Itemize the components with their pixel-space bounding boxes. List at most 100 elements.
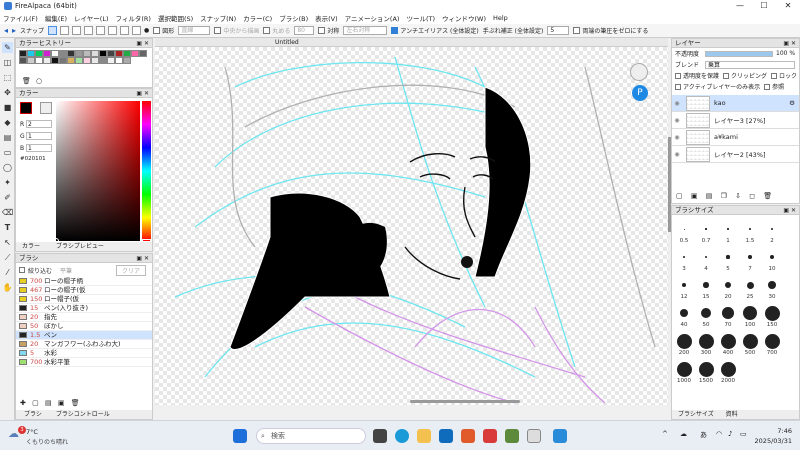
- color-history-swatch[interactable]: [35, 57, 43, 64]
- eye-icon[interactable]: ◉: [672, 117, 682, 124]
- select-eraser-tool-icon[interactable]: ⌫: [2, 207, 13, 218]
- panel-menu-icon[interactable]: ▣ ✕: [136, 89, 149, 98]
- reference-checkbox[interactable]: [764, 83, 771, 90]
- layer-item[interactable]: ◉ a¥kami: [672, 129, 799, 146]
- gradient-tool-icon[interactable]: ▤: [2, 132, 13, 143]
- duplicate-icon[interactable]: ▣: [58, 399, 65, 407]
- filter-checkbox[interactable]: [19, 267, 25, 273]
- layer-item[interactable]: ◉ レイヤー3 [27%]: [672, 112, 799, 129]
- snap-cross-button[interactable]: [72, 26, 82, 35]
- brush-size-dot[interactable]: [683, 228, 685, 230]
- color-history-swatch[interactable]: [83, 57, 91, 64]
- maximize-button[interactable]: ☐: [752, 0, 776, 12]
- opacity-slider[interactable]: [705, 50, 773, 57]
- center-checkbox[interactable]: [214, 27, 222, 34]
- round-checkbox[interactable]: [263, 27, 271, 34]
- snap-curve-button[interactable]: [120, 26, 130, 35]
- tab-brush[interactable]: ブラシ: [24, 411, 42, 418]
- color-history-swatch[interactable]: [43, 50, 51, 57]
- snap-parallel-button[interactable]: [60, 26, 70, 35]
- outlook-icon[interactable]: [439, 429, 453, 443]
- color-history-swatch[interactable]: [19, 50, 27, 57]
- hand-tool-icon[interactable]: ✋: [2, 282, 13, 293]
- weather-temp[interactable]: 7°C: [26, 428, 38, 436]
- round-input[interactable]: 80: [294, 26, 315, 35]
- menu-file[interactable]: ファイル(F): [3, 13, 38, 23]
- color-history-swatch[interactable]: [51, 50, 59, 57]
- menu-selection[interactable]: 選択範囲(S): [158, 13, 193, 23]
- lock-checkbox[interactable]: [771, 72, 778, 79]
- active-only-checkbox[interactable]: [675, 83, 681, 90]
- color-history-swatch[interactable]: [91, 57, 99, 64]
- snap-3d-button[interactable]: [132, 26, 142, 35]
- brush-size-dot[interactable]: [748, 255, 752, 259]
- brush-size-dot[interactable]: [720, 333, 736, 349]
- brush-size-dot[interactable]: [749, 228, 751, 230]
- brush-size-dot[interactable]: [726, 255, 730, 259]
- volume-icon[interactable]: ♪: [728, 430, 732, 438]
- color-history-swatch[interactable]: [107, 57, 115, 64]
- brush-size-dot[interactable]: [701, 308, 711, 318]
- brush-size-dot[interactable]: [722, 307, 734, 319]
- folder-icon[interactable]: ▤: [45, 399, 52, 407]
- tab-brush-preview[interactable]: ブラシプレビュー: [56, 243, 104, 250]
- brush-size-dot[interactable]: [704, 255, 708, 259]
- panel-menu-icon[interactable]: ▣ ✕: [783, 39, 796, 48]
- symmetry-checkbox[interactable]: [318, 27, 326, 34]
- tab-brush-control[interactable]: ブラシコントロール: [56, 411, 110, 418]
- brush-size-dot[interactable]: [698, 361, 714, 377]
- onedrive-icon[interactable]: ☁: [680, 430, 687, 438]
- new-8bit-layer-icon[interactable]: ▣: [691, 192, 698, 200]
- menu-help[interactable]: Help: [493, 14, 508, 22]
- color-history-swatch[interactable]: [123, 57, 131, 64]
- color-history-swatch[interactable]: [51, 57, 59, 64]
- windows-start-icon[interactable]: [233, 429, 247, 443]
- color-history-swatch[interactable]: [83, 50, 91, 57]
- brush-size-dot[interactable]: [743, 306, 757, 320]
- bucket-tool-icon[interactable]: ◆: [2, 117, 13, 128]
- antialias-checkbox[interactable]: [391, 27, 399, 34]
- tab-color[interactable]: カラー: [22, 243, 40, 250]
- hue-slider[interactable]: [142, 101, 151, 243]
- add-color-icon[interactable]: ○: [36, 77, 42, 85]
- color-history-swatch[interactable]: [115, 50, 123, 57]
- redo-icon[interactable]: ▸: [12, 26, 16, 35]
- panel-menu-icon[interactable]: ▣ ✕: [136, 39, 149, 48]
- horizontal-scrollbar[interactable]: [410, 400, 520, 403]
- text-tool-icon[interactable]: T: [2, 222, 13, 233]
- tray-chevron-icon[interactable]: ^: [662, 430, 668, 438]
- saturation-value-picker[interactable]: [53, 101, 140, 244]
- tab-materials[interactable]: 資料: [726, 411, 738, 418]
- drawing-canvas[interactable]: P: [155, 47, 668, 405]
- panel-menu-icon[interactable]: ▣ ✕: [783, 206, 796, 215]
- brush-size-dot[interactable]: [746, 281, 754, 289]
- r-input[interactable]: 2: [26, 120, 52, 128]
- move-tool-icon[interactable]: ✥: [2, 87, 13, 98]
- duplicate-layer-icon[interactable]: ❐: [721, 192, 727, 200]
- color-history-swatch[interactable]: [107, 50, 115, 57]
- brush-size-dot[interactable]: [676, 333, 692, 349]
- brush-size-dot[interactable]: [771, 228, 773, 230]
- clear-layer-icon[interactable]: ◻: [749, 192, 755, 200]
- color-history-swatch[interactable]: [35, 50, 43, 57]
- merge-layer-icon[interactable]: ⇩: [735, 192, 741, 200]
- menu-view[interactable]: 表示(V): [315, 13, 338, 23]
- weather-desc[interactable]: くもりのち晴れ: [26, 437, 68, 446]
- minecraft-icon[interactable]: [505, 429, 519, 443]
- brush-size-dot[interactable]: [727, 228, 729, 230]
- explorer-icon[interactable]: [417, 429, 431, 443]
- menu-layer[interactable]: レイヤー(L): [74, 13, 109, 23]
- firealpaca-taskbar-icon[interactable]: [527, 429, 541, 443]
- eye-icon[interactable]: ◉: [672, 134, 682, 141]
- eye-icon[interactable]: ◉: [672, 151, 682, 158]
- color-history-swatch[interactable]: [19, 57, 27, 64]
- brush-size-dot[interactable]: [705, 228, 707, 230]
- color-history-swatch[interactable]: [59, 57, 67, 64]
- color-history-swatch[interactable]: [91, 50, 99, 57]
- close-button[interactable]: ✕: [776, 0, 800, 12]
- menu-tools[interactable]: ツール(T): [406, 13, 435, 23]
- brush-list-item[interactable]: 700 水彩平筆: [16, 358, 152, 367]
- symmetry-select[interactable]: 左右対称: [343, 26, 388, 35]
- color-history-swatch[interactable]: [27, 57, 35, 64]
- clock-time[interactable]: 7:46: [752, 427, 792, 435]
